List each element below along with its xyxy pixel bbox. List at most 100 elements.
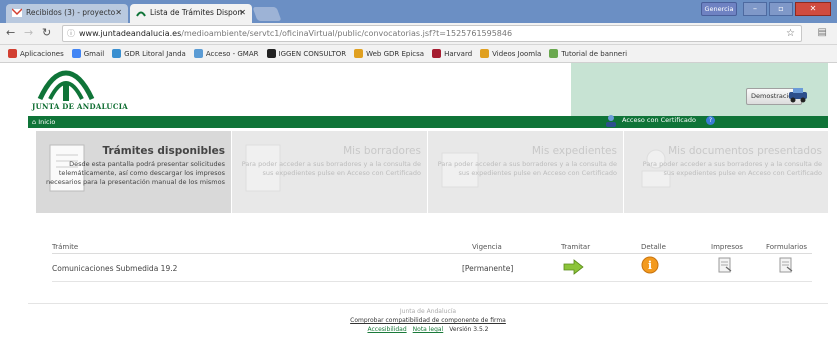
bookmark-label: Aplicaciones [20, 49, 64, 58]
bookmark-item[interactable]: IGGEN CONSULTOR [266, 49, 347, 58]
table-row: Comunicaciones Submedida 19.2 [Permanent… [52, 254, 812, 282]
site-header: JUNTA DE ANDALUCIA Demostración [28, 63, 828, 116]
bookmark-star-icon[interactable]: ☆ [786, 26, 795, 41]
nota-legal-link[interactable]: Nota legal [413, 326, 444, 333]
card-mis-borradores[interactable]: Mis borradores Para poder acceder a sus … [232, 131, 428, 213]
bookmark-label: Videos Joomla [492, 49, 542, 58]
card-title: Mis documentos presentados [668, 145, 822, 157]
info-icon[interactable]: ⓘ [67, 26, 75, 41]
card-desc: Para poder acceder a sus borradores y a … [241, 160, 421, 177]
forward-icon[interactable]: → [24, 26, 33, 39]
bookmark-item[interactable]: Web GDR Epicsa [354, 49, 424, 58]
maximize-button[interactable]: ▫ [769, 2, 793, 16]
card-title: Mis borradores [343, 145, 421, 157]
card-title: Trámites disponibles [102, 145, 225, 157]
gmar-icon [193, 49, 203, 58]
close-window-button[interactable]: ✕ [795, 2, 831, 16]
bookmark-label: Web GDR Epicsa [366, 49, 425, 58]
url-domain: www.juntadeandalucia.es [79, 29, 182, 38]
home-label: Inicio [38, 118, 56, 126]
person-icon [606, 115, 616, 127]
bookmark-label: Gmail [83, 49, 105, 58]
new-tab-button[interactable] [252, 7, 282, 21]
epicsa-icon [354, 49, 364, 58]
tab-title: Recibidos (3) - proyecto [26, 8, 116, 17]
bookmark-item[interactable]: Aplicaciones [8, 49, 64, 58]
demo-button[interactable]: Demostración [746, 88, 807, 105]
table-header: Trámite Vigencia Tramitar Detalle Impres… [52, 240, 812, 254]
accesibilidad-link[interactable]: Accesibilidad [367, 326, 406, 333]
bookmark-item[interactable]: GDR Litoral Janda [112, 49, 186, 58]
col-detalle: Detalle [641, 243, 666, 251]
junta-favicon [136, 11, 146, 17]
url-path: /medioambiente/servtc1/oficinaVirtual/pu… [181, 29, 513, 38]
browser-tab-active[interactable]: Lista de Trámites Dispon ✕ [130, 4, 252, 23]
bookmark-label: Harvard [444, 49, 473, 58]
help-icon[interactable]: ? [705, 115, 715, 125]
bookmark-label: Acceso - GMAR [205, 49, 259, 58]
col-tramite: Trámite [52, 243, 79, 251]
card-mis-expedientes[interactable]: Mis expedientes Para poder acceder a sus… [428, 131, 624, 213]
car-icon [789, 88, 807, 103]
footer-org: Junta de Andalucía [399, 308, 457, 315]
impresos-document-icon[interactable] [718, 257, 732, 273]
version-text: Versión 3.5.2 [449, 326, 489, 333]
browser-tab-gmail[interactable]: Recibidos (3) - proyecto ✕ [6, 4, 128, 23]
window-controls: Genercia – ▫ ✕ [701, 2, 831, 16]
bookmark-label: IGGEN CONSULTOR [278, 49, 347, 58]
col-impresos: Impresos [711, 243, 743, 251]
col-formularios: Formularios [766, 243, 808, 251]
bookmark-item[interactable]: Gmail [71, 49, 105, 58]
home-link[interactable]: ⌂ Inicio [32, 116, 55, 128]
google-icon [71, 49, 81, 58]
back-icon[interactable]: ← [6, 26, 15, 39]
bookmark-label: GDR Litoral Janda [124, 49, 186, 58]
card-tramites-disponibles[interactable]: Trámites disponibles Desde esta pantalla… [36, 131, 232, 213]
arrow-right-icon[interactable] [562, 259, 584, 275]
tab-title: Lista de Trámites Dispon [150, 8, 243, 17]
gmail-icon [12, 8, 22, 17]
bookmark-item[interactable]: Tutorial de banneri [549, 49, 627, 58]
demo-panel: Demostración [571, 63, 828, 116]
vigencia-value: [Permanente] [462, 264, 514, 273]
bookmark-item[interactable]: Acceso - GMAR [193, 49, 259, 58]
address-bar: ← → ↻ ⓘ www.juntadeandalucia.es/medioamb… [0, 23, 837, 45]
bookmark-item[interactable]: Videos Joomla [480, 49, 541, 58]
bookmark-label: Tutorial de banneri [561, 49, 628, 58]
bookmarks-bar: Aplicaciones Gmail GDR Litoral Janda Acceso… [0, 45, 837, 63]
tutorial-icon [549, 49, 559, 58]
close-tab-icon[interactable]: ✕ [115, 8, 122, 17]
col-vigencia: Vigencia [472, 243, 502, 251]
col-tramitar: Tramitar [561, 243, 591, 251]
compat-link[interactable]: Comprobar compatibilidad de componente d… [28, 316, 828, 325]
iggen-icon [266, 49, 276, 58]
cert-access[interactable]: Acceso con Certificado ? [604, 113, 715, 127]
gdr-icon [112, 49, 122, 58]
card-title: Mis expedientes [531, 145, 617, 157]
extension-icon[interactable]: ▤ [818, 27, 827, 38]
footer: Junta de Andalucía Comprobar compatibili… [28, 307, 828, 334]
bookmark-item[interactable]: Harvard [432, 49, 472, 58]
info-circle-icon[interactable]: i [641, 256, 659, 274]
section-cards: Trámites disponibles Desde esta pantalla… [36, 131, 828, 213]
harvard-icon [432, 49, 442, 58]
minimize-button[interactable]: – [743, 2, 767, 16]
card-mis-documentos[interactable]: Mis documentos presentados Para poder ac… [624, 131, 828, 213]
url-input[interactable]: ⓘ www.juntadeandalucia.es/medioambiente/… [62, 25, 802, 42]
profile-button[interactable]: Genercia [701, 2, 737, 16]
nav-bar: ⌂ Inicio Acceso con Certificado ? [28, 113, 828, 128]
apps-grid-icon [8, 49, 17, 58]
tramites-table: Trámite Vigencia Tramitar Detalle Impres… [52, 240, 812, 282]
close-tab-icon[interactable]: ✕ [239, 8, 246, 17]
tramite-name: Comunicaciones Submedida 19.2 [52, 264, 178, 273]
svg-text:i: i [648, 259, 652, 272]
logo-text: JUNTA DE ANDALUCIA [32, 102, 129, 111]
footer-divider [28, 303, 828, 304]
footer-links: Accesibilidad Nota legal Versión 3.5.2 [28, 325, 828, 334]
reload-icon[interactable]: ↻ [42, 26, 51, 39]
joomla-icon [480, 49, 490, 58]
card-desc: Para poder acceder a sus borradores y a … [437, 160, 617, 177]
formularios-document-icon[interactable] [779, 257, 793, 273]
card-desc: Desde esta pantalla podrá presentar soli… [46, 160, 225, 186]
cert-access-label: Acceso con Certificado [622, 116, 696, 124]
